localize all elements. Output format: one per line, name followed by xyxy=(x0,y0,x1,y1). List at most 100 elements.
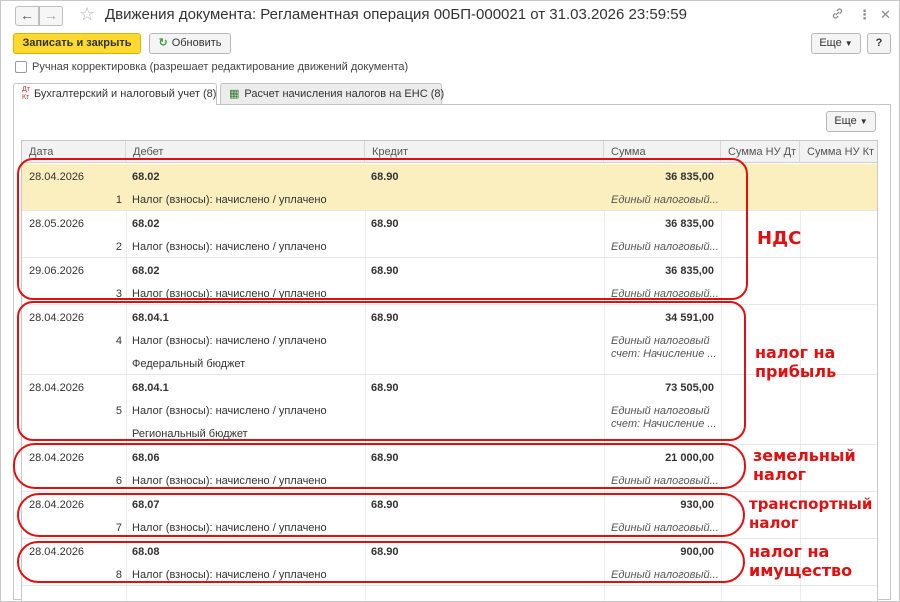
manual-adjust-label: Ручная корректировка (разрешает редактир… xyxy=(32,61,409,74)
back-button[interactable]: ← xyxy=(15,6,39,26)
row-sum: 900,00 xyxy=(680,546,714,558)
row-sum-note: Единый налоговый... xyxy=(611,475,719,487)
table-more-button[interactable]: Еще ▼ xyxy=(826,111,876,132)
row-debit-subconto: Налог (взносы): начислено / уплачено xyxy=(132,288,327,300)
manual-adjust-checkbox[interactable] xyxy=(15,61,27,74)
table-header: Дата Дебет Кредит Сумма Сумма НУ Дт Сумм… xyxy=(22,141,877,163)
row-credit: 68.90 xyxy=(371,546,399,558)
row-credit: 68.90 xyxy=(371,382,399,394)
row-debit-subconto: Налог (взносы): начислено / уплачено xyxy=(132,241,327,253)
row-sum: 930,00 xyxy=(680,499,714,511)
row-number: 6 xyxy=(115,475,122,487)
favorite-star-icon[interactable]: ☆ xyxy=(79,4,95,24)
row-credit: 68.90 xyxy=(371,171,399,183)
annotation-property: налог на имущество xyxy=(749,542,853,580)
title-bar: ← → ☆ Движения документа: Регламентная о… xyxy=(1,1,899,31)
row-credit: 68.90 xyxy=(371,218,399,230)
row-debit: 68.02 xyxy=(132,265,160,277)
row-number: 8 xyxy=(115,569,122,581)
row-number: 3 xyxy=(115,288,122,300)
column-sum-nu-kt[interactable]: Сумма НУ Кт xyxy=(800,141,877,163)
row-sum-note: Единый налоговый... xyxy=(611,241,719,253)
save-and-close-button[interactable]: Записать и закрыть xyxy=(13,33,141,54)
row-credit: 68.90 xyxy=(371,312,399,324)
forward-button[interactable]: → xyxy=(39,6,63,26)
window-title: Движения документа: Регламентная операци… xyxy=(105,6,687,23)
caret-down-icon: ▼ xyxy=(844,39,853,48)
refresh-icon: ↻ xyxy=(158,37,168,49)
row-date: 28.04.2026 xyxy=(29,312,85,324)
row-sum-note: Единый налоговый... xyxy=(611,288,719,300)
row-sum: 73 505,00 xyxy=(665,382,714,394)
row-debit: 68.02 xyxy=(132,171,160,183)
help-button[interactable]: ? xyxy=(867,33,891,54)
refresh-label: Обновить xyxy=(171,37,222,49)
more-button[interactable]: Еще ▼ xyxy=(811,33,861,54)
row-debit: 68.04.1 xyxy=(132,382,169,394)
manual-adjust-row: Ручная корректировка (разрешает редактир… xyxy=(15,61,408,77)
row-debit: 68.04.1 xyxy=(132,312,169,324)
row-sum: 36 835,00 xyxy=(665,218,714,230)
column-debit[interactable]: Дебет xyxy=(126,141,365,163)
row-sum-note: Единый налоговый xyxy=(611,335,710,347)
table-row[interactable]: 28.04.2026 68.06 68.90 21 000,00 6 Налог… xyxy=(22,445,877,492)
row-sum: 21 000,00 xyxy=(665,452,714,464)
table-icon: ▦ xyxy=(229,88,240,100)
tab-ens-calc[interactable]: ▦ Расчет начисления налогов на ЕНС (8) xyxy=(220,83,445,104)
row-credit: 68.90 xyxy=(371,452,399,464)
annotation-profit: налог на прибыль xyxy=(755,343,837,381)
row-sum-note-2: счет: Начисление ... xyxy=(611,418,717,430)
row-date: 28.04.2026 xyxy=(29,499,85,511)
row-debit-subconto: Налог (взносы): начислено / уплачено xyxy=(132,335,327,347)
column-sum-nu-dt[interactable]: Сумма НУ Дт xyxy=(721,141,800,163)
table-more-label: Еще xyxy=(834,115,857,127)
row-number: 7 xyxy=(115,522,122,534)
table-row[interactable]: 29.06.2026 68.02 68.90 36 835,00 3 Налог… xyxy=(22,258,877,305)
debit-credit-icon: Дт Кт xyxy=(22,86,30,102)
row-date: 28.04.2026 xyxy=(29,171,85,183)
arrow-right-icon: → xyxy=(44,7,58,23)
link-icon[interactable] xyxy=(831,7,844,23)
row-debit: 68.06 xyxy=(132,452,160,464)
table-row[interactable]: 28.04.2026 68.04.1 68.90 34 591,00 4 Нал… xyxy=(22,305,877,375)
column-date[interactable]: Дата xyxy=(22,141,126,163)
row-number: 5 xyxy=(115,405,122,417)
annotation-land: земельный налог xyxy=(753,446,856,484)
close-icon[interactable]: ✕ xyxy=(880,7,891,23)
row-debit-subconto: Налог (взносы): начислено / уплачено xyxy=(132,569,327,581)
row-date: 28.04.2026 xyxy=(29,546,85,558)
row-credit: 68.90 xyxy=(371,265,399,277)
tab-accounting[interactable]: Дт Кт Бухгалтерский и налоговый учет (8) xyxy=(13,83,217,105)
table-row[interactable]: 28.05.2026 68.02 68.90 36 835,00 2 Налог… xyxy=(22,211,877,258)
row-sum-note-2: счет: Начисление ... xyxy=(611,348,717,360)
row-debit-subconto: Налог (взносы): начислено / уплачено xyxy=(132,522,327,534)
row-credit: 68.90 xyxy=(371,499,399,511)
column-sum[interactable]: Сумма xyxy=(604,141,721,163)
caret-down-icon: ▼ xyxy=(859,117,868,126)
row-number: 2 xyxy=(115,241,122,253)
row-number: 4 xyxy=(115,335,122,347)
refresh-button[interactable]: ↻ Обновить xyxy=(149,33,231,54)
tab-ens-label: Расчет начисления налогов на ЕНС (8) xyxy=(244,88,445,100)
arrow-left-icon: ← xyxy=(20,7,34,23)
row-number: 1 xyxy=(115,194,122,206)
tab-accounting-label: Бухгалтерский и налоговый учет (8) xyxy=(33,88,217,100)
annotation-transport: транспортный налог xyxy=(749,495,873,532)
document-movements-window: ← → ☆ Движения документа: Регламентная о… xyxy=(0,0,900,602)
row-sum: 34 591,00 xyxy=(665,312,714,324)
row-date: 29.06.2026 xyxy=(29,265,85,277)
table-row[interactable]: 28.04.2026 68.02 68.90 36 835,00 1 Налог… xyxy=(22,164,877,211)
row-date: 28.04.2026 xyxy=(29,382,85,394)
row-debit: 68.02 xyxy=(132,218,160,230)
table-row[interactable]: 28.04.2026 68.04.1 68.90 73 505,00 5 Нал… xyxy=(22,375,877,445)
more-vertical-icon[interactable]: ⋮ xyxy=(858,7,871,23)
row-sum-note: Единый налоговый xyxy=(611,405,710,417)
row-debit-subconto-2: Региональный бюджет xyxy=(132,428,248,440)
row-debit: 68.08 xyxy=(132,546,160,558)
row-sum-note: Единый налоговый... xyxy=(611,194,719,206)
row-date: 28.04.2026 xyxy=(29,452,85,464)
row-sum-note: Единый налоговый... xyxy=(611,569,719,581)
row-debit-subconto: Налог (взносы): начислено / уплачено xyxy=(132,194,327,206)
row-sum: 36 835,00 xyxy=(665,171,714,183)
column-credit[interactable]: Кредит xyxy=(365,141,604,163)
